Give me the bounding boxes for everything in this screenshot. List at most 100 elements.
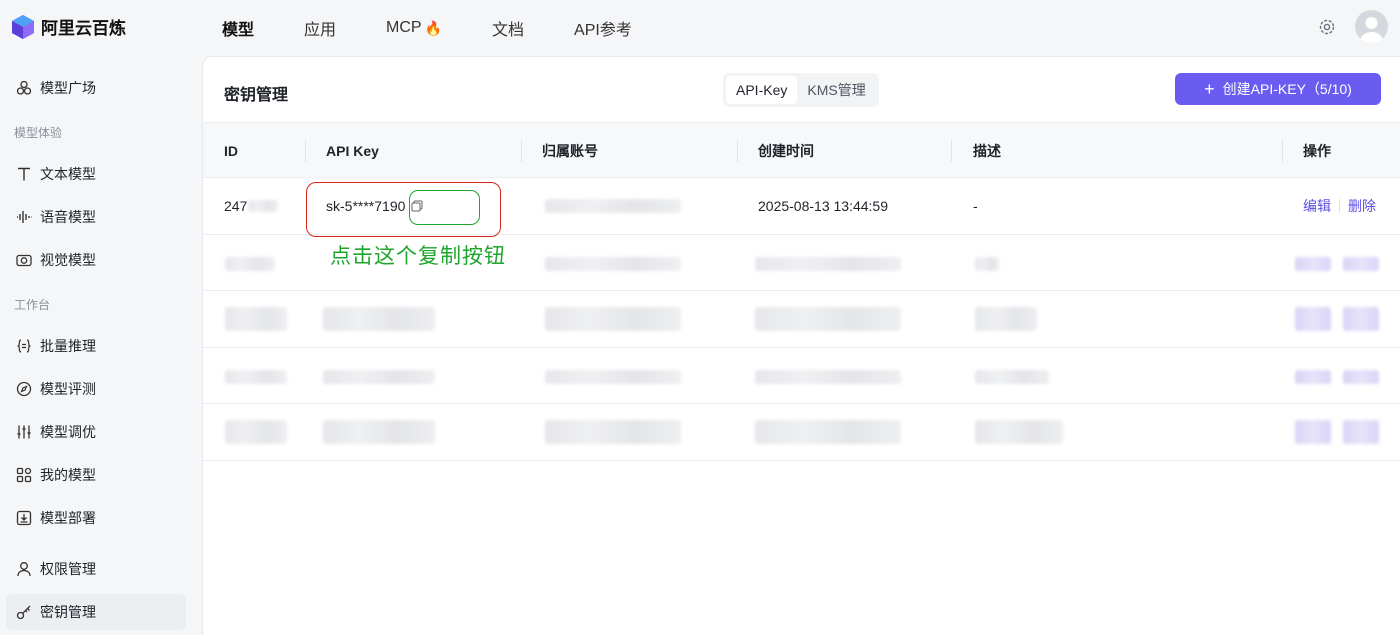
user-icon — [15, 561, 32, 578]
sidebar-group-label: 工作台 — [14, 298, 51, 312]
tab-kms[interactable]: KMS管理 — [797, 76, 875, 104]
page-title: 密钥管理 — [224, 87, 289, 104]
redacted-link — [1295, 307, 1331, 331]
sidebar-item-label: 密钥管理 — [40, 604, 96, 620]
row-description: - — [973, 198, 978, 214]
avatar[interactable] — [1355, 10, 1388, 43]
create-button-label: 创建API-KEY（5/10) — [1222, 81, 1352, 97]
column-header-description: 描述 — [973, 143, 1001, 159]
row-id: 247 — [224, 178, 279, 234]
sidebar-item-permissions[interactable]: 权限管理 — [6, 551, 186, 587]
table-row — [203, 348, 1400, 404]
sidebar-item-label: 批量推理 — [40, 338, 96, 354]
redacted-text — [225, 307, 287, 331]
sidebar-item-my-models[interactable]: 我的模型 — [6, 457, 186, 493]
topnav-apps[interactable]: 应用 — [304, 16, 336, 40]
top-bar: 阿里云百炼 模型 应用 MCP 🔥 文档 API参考 — [0, 0, 1400, 56]
braces-icon — [15, 338, 32, 355]
sliders-icon — [15, 424, 32, 441]
bailian-logo-icon — [12, 14, 34, 39]
deploy-icon — [15, 510, 32, 527]
redacted-text — [225, 420, 287, 444]
row-actions: 编辑 删除 — [1303, 178, 1376, 234]
redacted-text — [323, 369, 435, 384]
table-row — [203, 404, 1400, 461]
redacted-text — [755, 369, 901, 384]
sidebar-item-label: 模型部署 — [40, 510, 96, 526]
sidebar-item-voice-model[interactable]: 语音模型 — [6, 199, 186, 235]
annotation-note: 点击这个复制按钮 — [330, 245, 506, 268]
table-row — [203, 291, 1400, 348]
redacted-link — [1343, 307, 1379, 331]
redacted-text — [545, 420, 681, 444]
redacted-text — [755, 420, 901, 444]
redacted-link — [1343, 369, 1379, 384]
column-header-actions: 操作 — [1303, 143, 1331, 159]
sidebar-group-label: 模型体验 — [14, 126, 63, 140]
redacted-text — [323, 420, 435, 444]
redacted-text — [545, 307, 681, 331]
brand[interactable]: 阿里云百炼 — [12, 14, 126, 39]
topnav-label: 文档 — [492, 22, 525, 39]
sidebar-item-label: 模型评测 — [40, 381, 96, 397]
model-square-icon — [15, 80, 32, 97]
sidebar-item-label: 模型广场 — [40, 80, 96, 96]
sidebar-item-label: 权限管理 — [40, 561, 96, 577]
topnav-docs[interactable]: 文档 — [492, 16, 524, 40]
topnav-api-reference[interactable]: API参考 — [574, 16, 632, 40]
tab-api-key[interactable]: API-Key — [726, 76, 798, 104]
redacted-text — [755, 256, 901, 271]
gear-icon[interactable] — [1317, 17, 1337, 37]
redacted-text — [545, 369, 681, 384]
sidebar-item-label: 语音模型 — [40, 209, 96, 225]
sidebar-item-label: 模型调优 — [40, 424, 96, 440]
redacted-link — [1295, 420, 1331, 444]
redacted-text — [975, 420, 1063, 444]
redacted-text — [975, 369, 1049, 384]
redacted-text — [545, 256, 681, 271]
redacted-link — [1295, 369, 1331, 384]
topnav-label: API参考 — [574, 22, 632, 39]
row-created: 2025-08-13 13:44:59 — [758, 198, 888, 214]
redacted-link — [1343, 420, 1379, 444]
redacted-text — [323, 307, 435, 331]
tab-switcher: API-Key KMS管理 — [723, 73, 879, 107]
topnav-models[interactable]: 模型 — [222, 16, 254, 40]
delete-link[interactable]: 删除 — [1348, 196, 1376, 216]
waveform-icon — [15, 209, 32, 226]
create-api-key-button[interactable]: + 创建API-KEY（5/10) — [1175, 73, 1381, 105]
main-panel: 密钥管理 API-Key KMS管理 + 创建API-KEY（5/10) ID … — [202, 56, 1400, 635]
topnav-mcp[interactable]: MCP 🔥 — [386, 19, 442, 37]
column-header-id: ID — [224, 143, 238, 159]
sidebar-item-vision-model[interactable]: 视觉模型 — [6, 242, 186, 278]
column-header-api-key: API Key — [326, 143, 379, 159]
sidebar-item-model-eval[interactable]: 模型评测 — [6, 371, 186, 407]
api-key-table: ID API Key 归属账号 创建时间 描述 操作 247 sk-5****7… — [203, 122, 1400, 461]
plus-icon: + — [1204, 79, 1215, 99]
key-icon — [15, 604, 32, 621]
sidebar-item-model-deploy[interactable]: 模型部署 — [6, 500, 186, 536]
grid-icon — [15, 467, 32, 484]
column-divider — [1282, 140, 1283, 162]
sidebar-item-model-tuning[interactable]: 模型调优 — [6, 414, 186, 450]
brand-name: 阿里云百炼 — [41, 19, 126, 38]
sidebar: 模型广场 模型体验 文本模型 语音模型 视觉模型 工作台 批量推理 模型评测 模… — [0, 56, 200, 635]
camera-icon — [15, 252, 32, 269]
row-id-value: 247 — [224, 198, 248, 214]
edit-link[interactable]: 编辑 — [1303, 196, 1331, 216]
column-header-created: 创建时间 — [758, 143, 814, 159]
redacted-link — [1295, 256, 1331, 271]
sidebar-item-key-management[interactable]: 密钥管理 — [6, 594, 186, 630]
sidebar-item-text-model[interactable]: 文本模型 — [6, 156, 186, 192]
sidebar-item-label: 视觉模型 — [40, 252, 96, 268]
redacted-text — [225, 369, 287, 384]
compass-icon — [15, 381, 32, 398]
sidebar-item-model-square[interactable]: 模型广场 — [6, 70, 186, 106]
sidebar-item-batch-inference[interactable]: 批量推理 — [6, 328, 186, 364]
redacted-text — [248, 200, 279, 212]
annotation-highlight-copy-button — [409, 190, 480, 225]
text-icon — [15, 166, 32, 183]
redacted-account — [545, 199, 681, 213]
column-divider — [951, 140, 952, 162]
sidebar-item-label: 文本模型 — [40, 166, 96, 182]
